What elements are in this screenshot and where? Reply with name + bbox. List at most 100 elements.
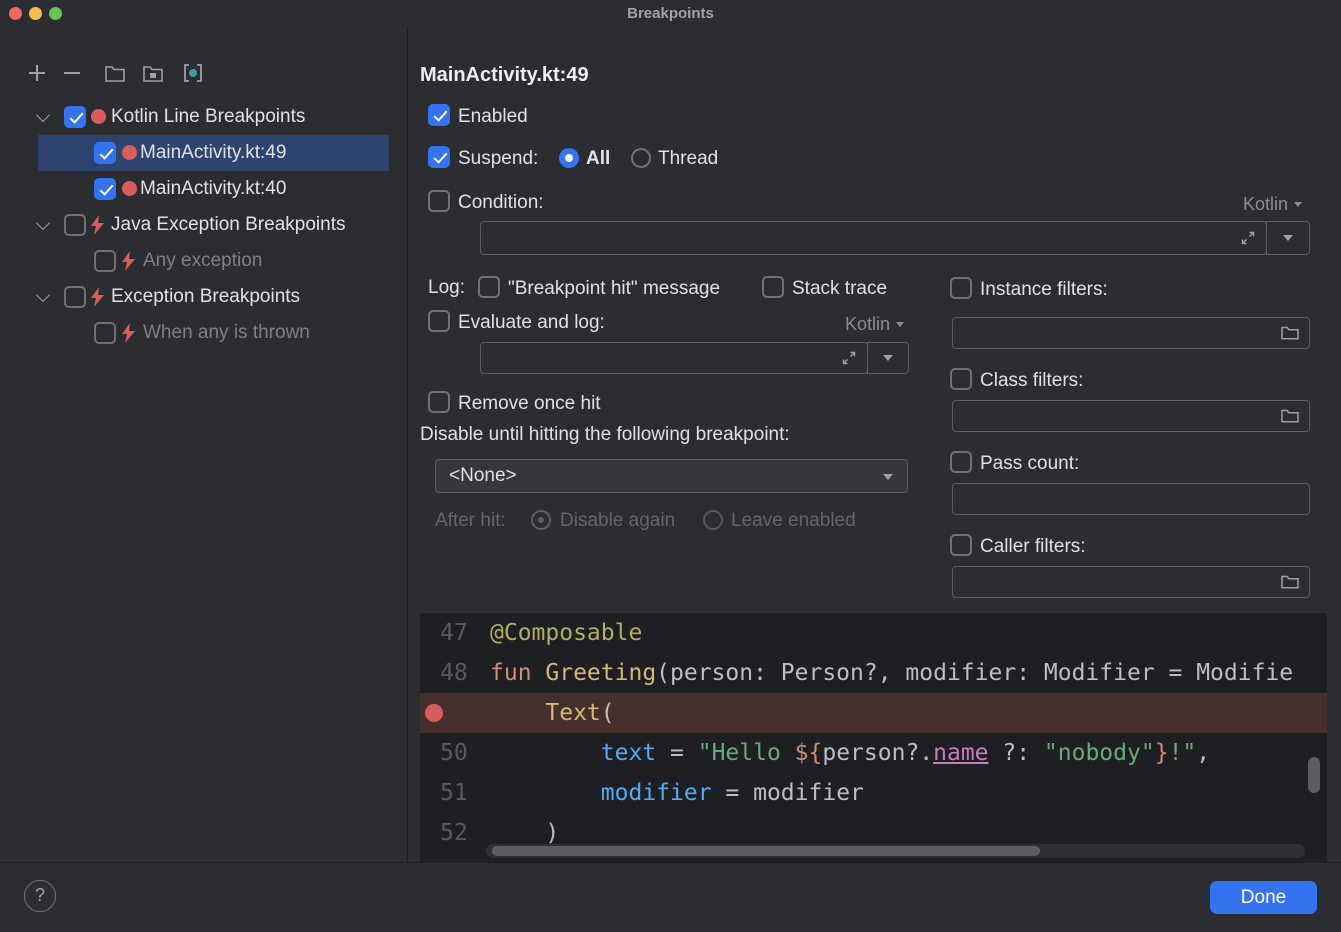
gutter-line-number[interactable]: 48 bbox=[420, 653, 484, 693]
gutter-line-number[interactable]: 47 bbox=[420, 613, 484, 653]
expand-editor-icon[interactable] bbox=[1240, 230, 1256, 251]
breakpoints-dialog: Breakpoints Kotlin Line Breakpoints Main… bbox=[0, 0, 1341, 932]
chevron-down-icon[interactable] bbox=[36, 108, 50, 122]
suspend-checkbox[interactable] bbox=[428, 146, 450, 168]
condition-language-value: Kotlin bbox=[1243, 194, 1288, 214]
code-line: 48fun Greeting(person: Person?, modifier… bbox=[420, 653, 1327, 693]
condition-checkbox[interactable] bbox=[428, 190, 450, 212]
tree-item-mainactivity-49[interactable]: MainActivity.kt:49 bbox=[0, 135, 406, 171]
class-filters-checkbox[interactable] bbox=[950, 368, 972, 390]
breakpoint-checkbox[interactable] bbox=[94, 142, 116, 164]
exception-bolt-icon bbox=[90, 287, 105, 312]
breakpoint-dot-icon bbox=[122, 181, 137, 196]
gutter-line-number[interactable]: 52 bbox=[420, 813, 484, 853]
caller-filters-input[interactable] bbox=[952, 566, 1310, 598]
folder-icon[interactable] bbox=[1280, 324, 1300, 347]
evaluate-and-log-checkbox[interactable] bbox=[428, 310, 450, 332]
breakpoint-label: MainActivity.kt:40 bbox=[140, 177, 286, 201]
remove-icon bbox=[61, 62, 83, 84]
remove-breakpoint-button[interactable] bbox=[60, 61, 84, 85]
expand-editor-icon[interactable] bbox=[841, 350, 857, 371]
folder-icon[interactable] bbox=[1280, 573, 1300, 596]
evaluate-history-dropdown[interactable] bbox=[867, 342, 909, 374]
horizontal-scrollbar-thumb[interactable] bbox=[492, 846, 1040, 856]
disable-until-dropdown[interactable]: <None> bbox=[435, 459, 908, 493]
gutter-line-number[interactable]: 50 bbox=[420, 733, 484, 773]
evaluate-and-log-label: Evaluate and log: bbox=[458, 311, 605, 335]
suspend-label: Suspend: bbox=[458, 147, 538, 171]
group-by-package-button[interactable] bbox=[181, 61, 205, 85]
breakpoint-checkbox[interactable] bbox=[94, 250, 116, 272]
group-checkbox[interactable] bbox=[64, 286, 86, 308]
vertical-scrollbar-thumb[interactable] bbox=[1308, 757, 1320, 793]
disable-again-label: Disable again bbox=[560, 509, 675, 533]
remove-once-hit-checkbox[interactable] bbox=[428, 391, 450, 413]
code-line: 47@Composable bbox=[420, 613, 1327, 653]
group-checkbox[interactable] bbox=[64, 106, 86, 128]
horizontal-scrollbar[interactable] bbox=[486, 844, 1305, 858]
breakpoint-dot-icon bbox=[91, 109, 106, 124]
tree-item-mainactivity-40[interactable]: MainActivity.kt:40 bbox=[0, 171, 406, 207]
done-button[interactable]: Done bbox=[1210, 881, 1317, 914]
window-title: Breakpoints bbox=[0, 5, 1341, 22]
exception-bolt-icon bbox=[90, 215, 105, 240]
pass-count-input[interactable] bbox=[952, 483, 1310, 515]
help-button[interactable]: ? bbox=[24, 880, 56, 912]
code-text: Text( bbox=[484, 693, 615, 733]
suspend-all-radio[interactable] bbox=[559, 148, 579, 168]
group-by-class-button[interactable] bbox=[141, 61, 165, 85]
breakpoint-dot-icon[interactable] bbox=[425, 704, 443, 722]
group-by-class-icon bbox=[142, 64, 164, 83]
breakpoint-checkbox[interactable] bbox=[94, 178, 116, 200]
evaluate-input[interactable] bbox=[480, 342, 868, 374]
remove-once-hit-label: Remove once hit bbox=[458, 392, 601, 416]
condition-input[interactable] bbox=[480, 221, 1267, 255]
breakpoint-hit-message-label: "Breakpoint hit" message bbox=[508, 277, 720, 301]
group-checkbox[interactable] bbox=[64, 214, 86, 236]
instance-filters-checkbox[interactable] bbox=[950, 277, 972, 299]
chevron-down-icon[interactable] bbox=[36, 288, 50, 302]
suspend-thread-radio[interactable] bbox=[631, 148, 651, 168]
class-filters-input[interactable] bbox=[952, 400, 1310, 432]
disable-until-value: <None> bbox=[449, 465, 517, 486]
after-hit-label: After hit: bbox=[435, 509, 506, 533]
breakpoint-label: MainActivity.kt:49 bbox=[140, 141, 286, 165]
group-label: Kotlin Line Breakpoints bbox=[111, 105, 305, 129]
breakpoint-hit-message-checkbox[interactable] bbox=[478, 276, 500, 298]
disable-again-radio[interactable] bbox=[531, 510, 551, 530]
condition-language-selector[interactable]: Kotlin bbox=[1243, 194, 1302, 215]
gutter-line-number[interactable] bbox=[420, 693, 484, 733]
chevron-down-icon[interactable] bbox=[36, 216, 50, 230]
breakpoint-checkbox[interactable] bbox=[94, 322, 116, 344]
group-by-file-button[interactable] bbox=[103, 61, 127, 85]
chevron-down-icon bbox=[883, 474, 893, 480]
panel-divider bbox=[407, 27, 408, 862]
instance-filters-input[interactable] bbox=[952, 317, 1310, 349]
tree-item-any-exception[interactable]: Any exception bbox=[0, 243, 406, 279]
caller-filters-checkbox[interactable] bbox=[950, 534, 972, 556]
group-by-file-icon bbox=[104, 64, 126, 83]
leave-enabled-radio[interactable] bbox=[703, 510, 723, 530]
tree-group-java-exception[interactable]: Java Exception Breakpoints bbox=[0, 207, 406, 243]
add-icon bbox=[26, 62, 48, 84]
enabled-label: Enabled bbox=[458, 105, 528, 129]
pass-count-checkbox[interactable] bbox=[950, 451, 972, 473]
leave-enabled-label: Leave enabled bbox=[731, 509, 856, 533]
stack-trace-checkbox[interactable] bbox=[762, 276, 784, 298]
class-filters-label: Class filters: bbox=[980, 369, 1083, 393]
code-text: fun Greeting(person: Person?, modifier: … bbox=[484, 653, 1293, 693]
gutter-line-number[interactable]: 51 bbox=[420, 773, 484, 813]
tree-group-exception[interactable]: Exception Breakpoints bbox=[0, 279, 406, 315]
evaluate-language-selector[interactable]: Kotlin bbox=[845, 314, 904, 335]
stack-trace-label: Stack trace bbox=[792, 277, 887, 301]
add-breakpoint-button[interactable] bbox=[25, 61, 49, 85]
code-line: 50 text = "Hello ${person?.name ?: "nobo… bbox=[420, 733, 1327, 773]
evaluate-language-value: Kotlin bbox=[845, 314, 890, 334]
tree-item-when-any-thrown[interactable]: When any is thrown bbox=[0, 315, 406, 351]
folder-icon[interactable] bbox=[1280, 407, 1300, 430]
tree-group-kotlin-line[interactable]: Kotlin Line Breakpoints bbox=[0, 99, 406, 135]
condition-history-dropdown[interactable] bbox=[1266, 221, 1310, 255]
breakpoint-dot-icon bbox=[122, 145, 137, 160]
enabled-checkbox[interactable] bbox=[428, 104, 450, 126]
suspend-thread-label: Thread bbox=[658, 147, 718, 171]
